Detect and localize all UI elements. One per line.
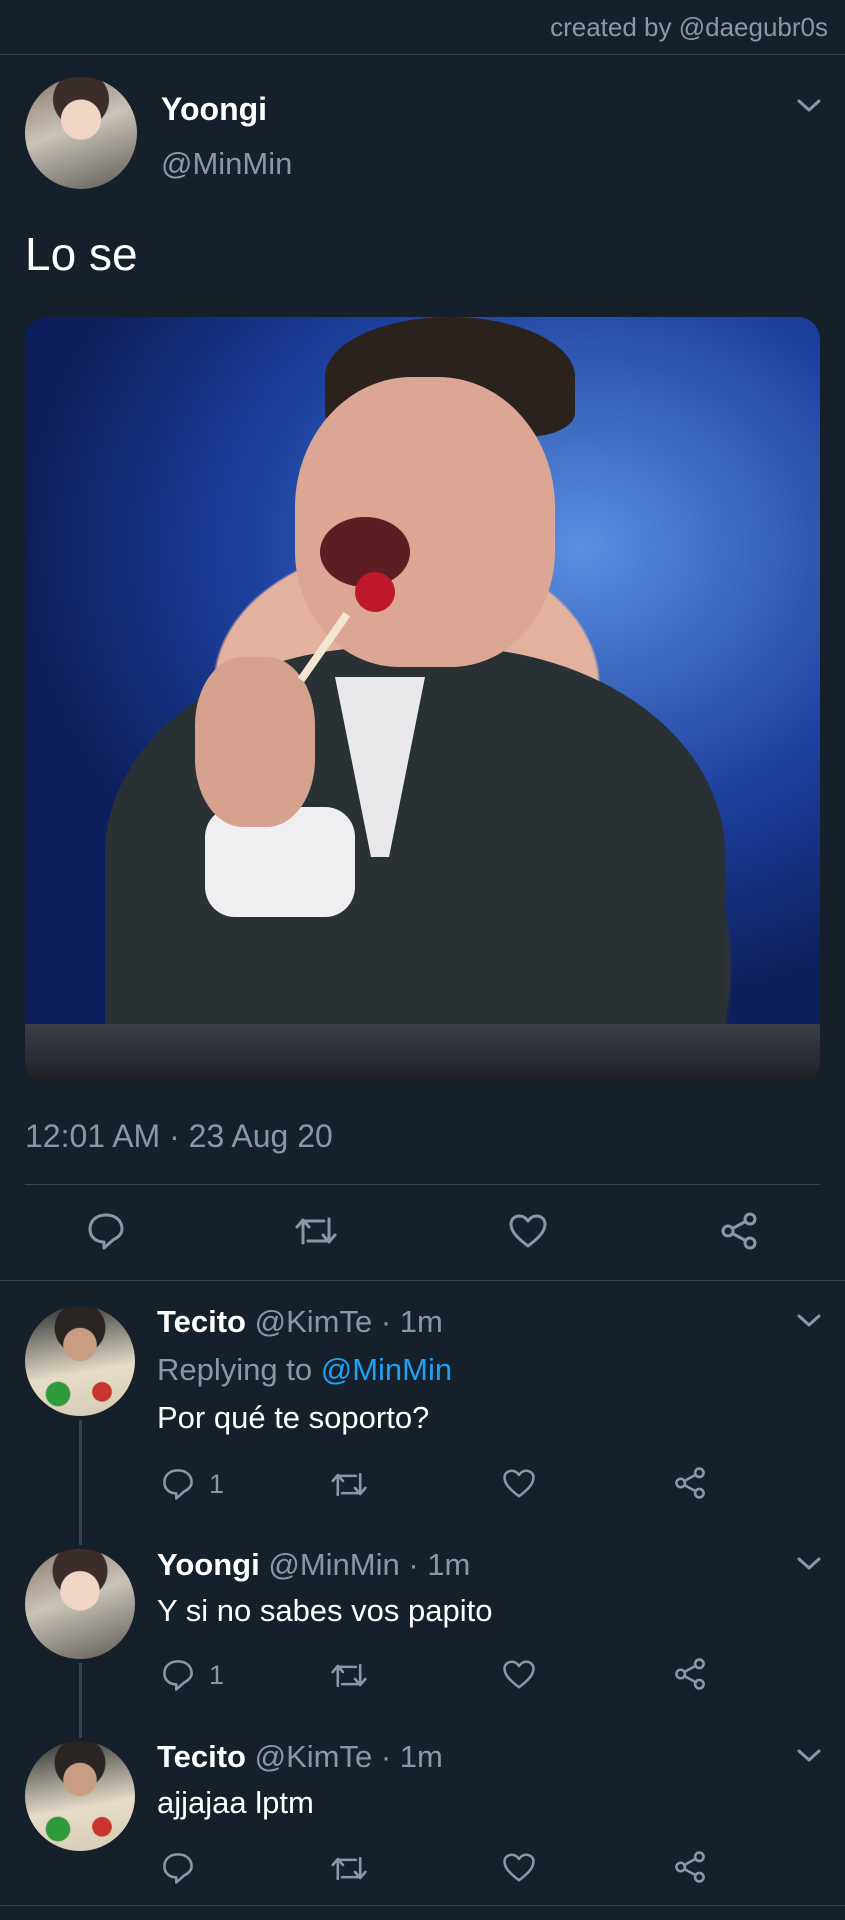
tweet-text: Lo se	[25, 228, 138, 280]
reply-icon[interactable]	[161, 1658, 195, 1692]
replying-to: Replying to @MinMin	[157, 1352, 452, 1388]
reply-text: Y si no sabes vos papito	[157, 1593, 493, 1628]
reply-icon[interactable]	[161, 1851, 195, 1885]
chevron-down-icon[interactable]	[796, 1555, 822, 1573]
like-icon[interactable]	[502, 1468, 536, 1499]
handle[interactable]: @KimTe	[255, 1304, 373, 1339]
chevron-down-icon[interactable]	[796, 1312, 822, 1330]
display-name[interactable]: Tecito	[157, 1739, 246, 1774]
watermark: created by @daegubr0s	[550, 12, 828, 42]
like-icon[interactable]	[502, 1852, 536, 1883]
avatar[interactable]	[25, 1306, 135, 1416]
reply-text: Por qué te soporto?	[157, 1400, 430, 1435]
handle[interactable]: @MinMin	[268, 1547, 399, 1582]
timestamp[interactable]: 12:01 AM · 23 Aug 20	[25, 1118, 333, 1155]
share-icon[interactable]	[673, 1657, 707, 1691]
divider	[0, 1905, 845, 1906]
avatar[interactable]	[25, 1741, 135, 1851]
reply-header: Tecito @KimTe · 1m	[157, 1739, 443, 1775]
reply-header: Tecito @KimTe · 1m	[157, 1304, 443, 1340]
reply-count: 1	[209, 1660, 225, 1690]
reply-time: · 1m	[408, 1547, 471, 1582]
divider	[0, 1280, 845, 1281]
retweet-icon[interactable]	[330, 1853, 368, 1884]
divider	[25, 1184, 820, 1185]
retweet-icon[interactable]	[294, 1213, 338, 1249]
replying-prefix: Replying to	[157, 1352, 313, 1387]
reply-time: · 1m	[380, 1739, 443, 1774]
retweet-icon[interactable]	[330, 1469, 368, 1500]
retweet-icon[interactable]	[330, 1660, 368, 1691]
avatar[interactable]	[25, 1549, 135, 1659]
reply-icon[interactable]	[161, 1467, 195, 1501]
chevron-down-icon[interactable]	[796, 97, 822, 115]
reply-icon[interactable]	[86, 1211, 126, 1251]
handle[interactable]: @MinMin	[161, 146, 292, 182]
thread-line	[79, 1663, 82, 1738]
handle[interactable]: @KimTe	[255, 1739, 373, 1774]
reply-header: Yoongi @MinMin · 1m	[157, 1547, 470, 1583]
chevron-down-icon[interactable]	[796, 1747, 822, 1765]
reply-time: · 1m	[380, 1304, 443, 1339]
like-icon[interactable]	[502, 1659, 536, 1690]
reply-text: ajjajaa lptm	[157, 1785, 314, 1820]
share-icon[interactable]	[673, 1466, 707, 1500]
share-icon[interactable]	[719, 1211, 759, 1251]
display-name[interactable]: Yoongi	[157, 1547, 260, 1582]
display-name[interactable]: Tecito	[157, 1304, 246, 1339]
share-icon[interactable]	[673, 1850, 707, 1884]
tweet-media-image[interactable]	[25, 317, 820, 1084]
reply-count: 1	[209, 1469, 225, 1499]
thread-line	[79, 1420, 82, 1545]
like-icon[interactable]	[508, 1213, 548, 1249]
display-name[interactable]: Yoongi	[161, 91, 267, 128]
avatar[interactable]	[25, 77, 137, 189]
mention-link[interactable]: @MinMin	[321, 1352, 452, 1387]
